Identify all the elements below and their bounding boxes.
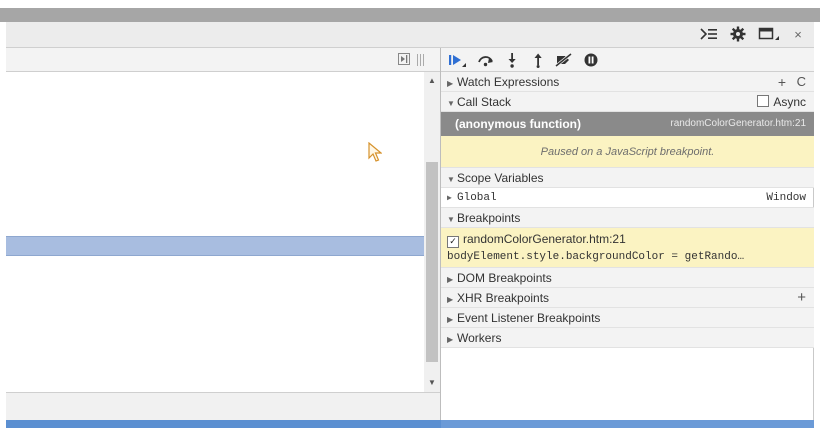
- scope-global-value: Window: [766, 192, 806, 204]
- pause-on-exceptions-icon[interactable]: [581, 50, 601, 70]
- debugger-sidebar: ▶ Watch Expressions + C ▼ Call Stack Async…: [441, 72, 814, 348]
- step-over-icon[interactable]: [475, 50, 497, 70]
- window-bottom-bar-right: [441, 420, 814, 428]
- breakpoint-checkbox[interactable]: ✓: [447, 236, 459, 248]
- breakpoint-code: bodyElement.style.backgroundColor = getR…: [447, 251, 745, 263]
- step-into-icon[interactable]: [503, 50, 521, 70]
- xhr-breakpoints-header[interactable]: ▶ XHR Breakpoints +: [441, 288, 814, 308]
- window-bottom-bar: [6, 420, 814, 428]
- editor-status-bar: [6, 392, 440, 420]
- call-stack-header[interactable]: ▼ Call Stack Async: [441, 92, 814, 112]
- refresh-watch-button[interactable]: C: [797, 72, 806, 91]
- collapsed-triangle-icon: ▶: [447, 295, 454, 304]
- breakpoints-header[interactable]: ▼ Breakpoints: [441, 208, 814, 228]
- scrollbar-thumb[interactable]: [426, 162, 438, 362]
- sources-toolbar: [6, 48, 440, 72]
- devtools-titlebar: ×: [6, 22, 814, 48]
- add-xhr-breakpoint-button[interactable]: +: [797, 288, 806, 307]
- watch-expressions-header[interactable]: ▶ Watch Expressions + C: [441, 72, 814, 92]
- dom-breakpoints-header[interactable]: ▶ DOM Breakpoints: [441, 268, 814, 288]
- expanded-triangle-icon: ▼: [447, 175, 455, 184]
- editor-scrollbar[interactable]: ▲ ▼: [424, 72, 440, 392]
- console-drawer-icon[interactable]: [698, 24, 720, 44]
- collapsed-triangle-icon: ▶: [447, 194, 452, 203]
- async-toggle[interactable]: Async: [757, 92, 806, 111]
- close-icon[interactable]: ×: [790, 24, 806, 44]
- expanded-triangle-icon: ▼: [447, 215, 455, 224]
- scroll-down-arrow-icon[interactable]: ▼: [424, 376, 440, 390]
- gear-icon[interactable]: [726, 24, 750, 44]
- collapsed-triangle-icon: ▶: [447, 79, 454, 88]
- source-editor[interactable]: [6, 72, 424, 392]
- breakpoint-entry[interactable]: ✓ randomColorGenerator.htm:21 bodyElement…: [441, 228, 814, 268]
- collapsed-triangle-icon: ▶: [447, 315, 454, 324]
- event-listener-breakpoints-header[interactable]: ▶ Event Listener Breakpoints: [441, 308, 814, 328]
- panel-resizer-icon[interactable]: [416, 54, 426, 66]
- async-checkbox[interactable]: [757, 95, 770, 107]
- resume-icon[interactable]: [447, 50, 469, 70]
- scroll-up-arrow-icon[interactable]: ▲: [424, 74, 440, 88]
- window-top-border: [0, 8, 820, 22]
- add-watch-button[interactable]: +: [778, 72, 786, 91]
- step-out-icon[interactable]: [529, 50, 547, 70]
- expanded-triangle-icon: ▼: [447, 99, 455, 108]
- debugger-toolbar: [441, 48, 814, 72]
- scope-global-row[interactable]: ▶ Global Window: [441, 188, 814, 208]
- toggle-debugger-icon[interactable]: [398, 53, 410, 65]
- collapsed-triangle-icon: ▶: [447, 275, 454, 284]
- execution-line-highlight: [6, 236, 424, 256]
- top-margin: [0, 0, 820, 8]
- call-frame-selected[interactable]: (anonymous function) randomColorGenerato…: [441, 112, 814, 136]
- collapsed-triangle-icon: ▶: [447, 335, 454, 344]
- mouse-pointer-icon: [368, 141, 383, 165]
- deactivate-breakpoints-icon[interactable]: [553, 50, 575, 70]
- workers-header[interactable]: ▶ Workers: [441, 328, 814, 348]
- breakpoint-location: randomColorGenerator.htm:21: [463, 232, 626, 246]
- scope-variables-header[interactable]: ▼ Scope Variables: [441, 168, 814, 188]
- paused-message: Paused on a JavaScript breakpoint.: [441, 136, 814, 168]
- dock-icon[interactable]: [756, 24, 782, 44]
- call-frame-location[interactable]: randomColorGenerator.htm:21: [670, 112, 806, 136]
- call-frame-name: (anonymous function): [455, 117, 581, 131]
